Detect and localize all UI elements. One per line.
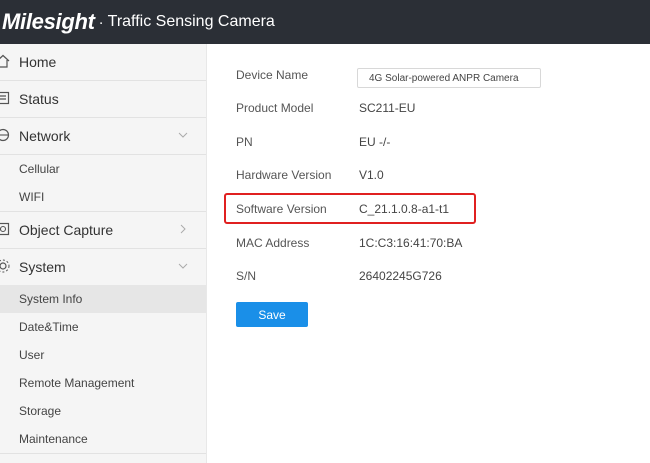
sidebar-item-label: Object Capture	[19, 222, 114, 238]
chevron-down-icon	[178, 263, 188, 269]
sidebar-item-system[interactable]: System	[0, 249, 206, 285]
sidebar-item-status[interactable]: Status	[0, 81, 206, 118]
field-label: Software Version	[236, 202, 327, 216]
chevron-down-icon	[178, 132, 188, 138]
field-value: 1C:C3:16:41:70:BA	[359, 236, 463, 250]
system-icon	[0, 259, 10, 273]
sidebar-subitem-label: WIFI	[19, 190, 45, 204]
field-value: C_21.1.0.8-a1-t1	[359, 202, 450, 216]
sidebar-subitem-date-time[interactable]: Date&Time	[0, 313, 206, 341]
sidebar-item-label: Status	[19, 91, 59, 107]
sidebar-subitem-cellular[interactable]: Cellular	[0, 155, 206, 183]
top-bar: Milesight · Traffic Sensing Camera	[0, 0, 650, 44]
brand-logo: Milesight	[2, 9, 95, 34]
app-title: Traffic Sensing Camera	[107, 13, 275, 30]
sidebar-subitem-label: Date&Time	[19, 320, 79, 334]
save-button[interactable]: Save	[236, 302, 308, 327]
field-value: 26402245G726	[359, 269, 442, 283]
sidebar-subitem-user[interactable]: User	[0, 341, 206, 369]
home-icon	[0, 54, 10, 68]
field-value: V1.0	[359, 168, 384, 182]
device-name-input[interactable]	[357, 68, 541, 88]
network-icon	[0, 128, 10, 142]
field-label: S/N	[236, 269, 257, 283]
sidebar-subitem-maintenance[interactable]: Maintenance	[0, 425, 206, 454]
sidebar-subitem-label: Storage	[19, 404, 62, 418]
field-label: Device Name	[236, 68, 309, 82]
sidebar-subitem-system-info[interactable]: System Info	[0, 285, 206, 313]
sidebar-subitem-wifi[interactable]: WIFI	[0, 183, 206, 212]
sidebar-subitem-remote-management[interactable]: Remote Management	[0, 369, 206, 397]
field-value: EU -/-	[359, 135, 391, 149]
sidebar-subitem-label: Cellular	[19, 162, 60, 176]
sidebar-item-object-capture[interactable]: Object Capture	[0, 212, 206, 249]
sidebar-subitem-label: User	[19, 348, 45, 362]
sidebar-subitem-label: Maintenance	[19, 432, 88, 446]
sidebar-item-network[interactable]: Network	[0, 118, 206, 155]
sidebar-item-label: System	[19, 259, 66, 275]
title-separator: ·	[98, 13, 104, 31]
status-icon	[0, 91, 10, 105]
sidebar-subitem-storage[interactable]: Storage	[0, 397, 206, 425]
field-label: Hardware Version	[236, 168, 332, 182]
field-label: MAC Address	[236, 236, 310, 250]
sidebar-item-home[interactable]: Home	[0, 44, 206, 81]
sidebar-item-label: Home	[19, 54, 57, 70]
sidebar-subitem-label: Remote Management	[19, 376, 135, 390]
field-label: Product Model	[236, 101, 314, 115]
system-info-panel: Device Name Product Model SC211-EU PN EU…	[207, 44, 650, 463]
sidebar-subitem-label: System Info	[19, 292, 83, 306]
object-capture-icon	[0, 222, 10, 236]
field-value: SC211-EU	[359, 101, 416, 115]
chevron-right-icon	[180, 224, 186, 234]
sidebar: Home Status Network Cellular WIFI Object…	[0, 44, 207, 463]
field-label: PN	[236, 135, 253, 149]
sidebar-item-label: Network	[19, 128, 71, 144]
